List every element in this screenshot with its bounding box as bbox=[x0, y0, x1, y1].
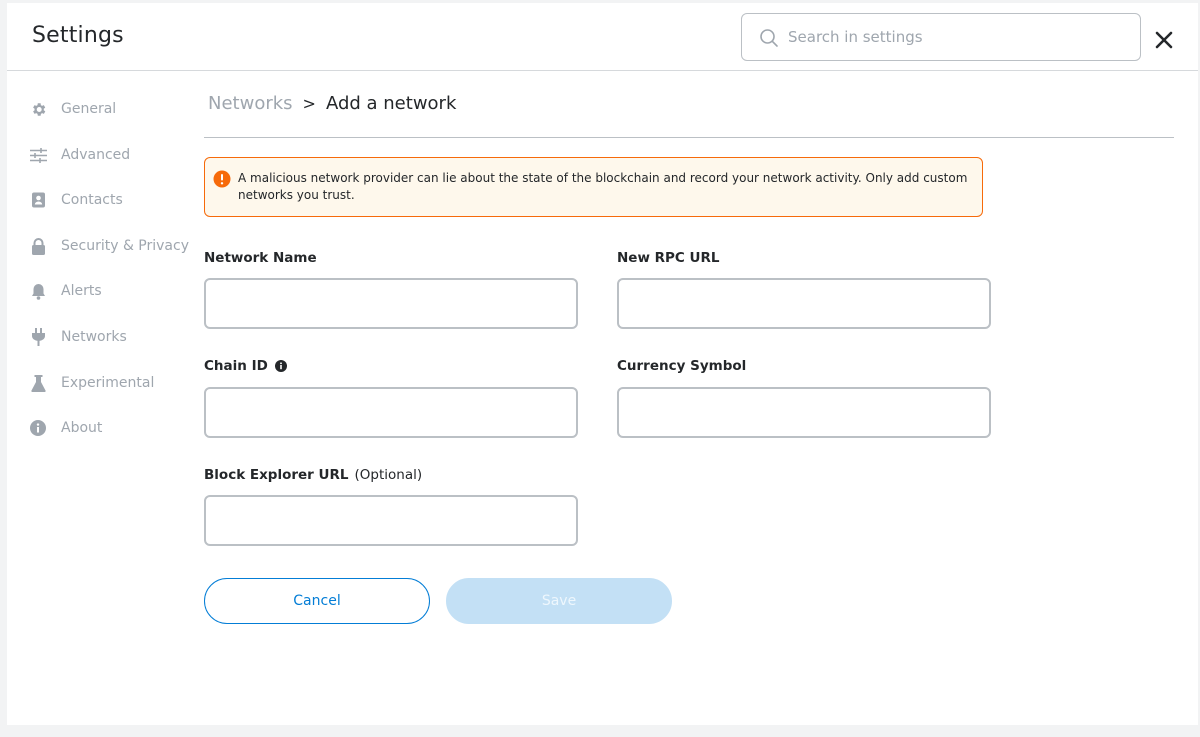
sidebar-item-alerts[interactable]: Alerts bbox=[29, 278, 197, 304]
breadcrumb-current: Add a network bbox=[325, 93, 457, 114]
sidebar-item-label: General bbox=[61, 101, 117, 117]
sidebar-item-label: About bbox=[61, 420, 103, 436]
info-icon bbox=[29, 419, 47, 437]
search-icon bbox=[760, 29, 778, 47]
currency-symbol-label: Currency Symbol bbox=[617, 358, 746, 374]
breadcrumb-separator: > bbox=[302, 94, 316, 113]
sidebar-item-label: Advanced bbox=[61, 147, 131, 163]
currency-symbol-label-text: Currency Symbol bbox=[617, 358, 747, 374]
block-explorer-input[interactable] bbox=[204, 495, 578, 546]
lock-icon bbox=[29, 237, 47, 255]
page-title: Settings bbox=[32, 23, 124, 48]
close-icon[interactable] bbox=[1154, 30, 1174, 50]
section-divider bbox=[204, 137, 1174, 138]
warning-text: A malicious network provider can lie abo… bbox=[238, 171, 968, 202]
cancel-button[interactable]: Cancel bbox=[204, 578, 430, 624]
plug-icon bbox=[29, 328, 47, 346]
search-input[interactable] bbox=[788, 22, 1128, 52]
chain-id-input[interactable] bbox=[204, 387, 578, 438]
currency-symbol-input[interactable] bbox=[617, 387, 991, 438]
sidebar-item-label: Networks bbox=[61, 329, 127, 345]
rpc-url-label-text: New RPC URL bbox=[617, 250, 720, 266]
rpc-url-label: New RPC URL bbox=[617, 250, 719, 266]
gear-icon bbox=[29, 100, 47, 118]
sidebar-item-about[interactable]: About bbox=[29, 415, 197, 441]
breadcrumb: Networks > Add a network bbox=[208, 93, 456, 114]
sidebar-item-label: Contacts bbox=[61, 192, 123, 208]
optional-tag: (Optional) bbox=[354, 467, 423, 483]
network-name-input[interactable] bbox=[204, 278, 578, 329]
block-explorer-label: Block Explorer URL (Optional) bbox=[204, 467, 422, 483]
flask-icon bbox=[29, 374, 47, 392]
sidebar-item-label: Experimental bbox=[61, 375, 155, 391]
bell-icon bbox=[29, 282, 47, 300]
save-button[interactable]: Save bbox=[446, 578, 672, 624]
sidebar-item-label: Security & Privacy bbox=[61, 238, 189, 254]
sliders-icon bbox=[29, 146, 47, 164]
settings-header: Settings bbox=[7, 3, 1198, 71]
sidebar-item-networks[interactable]: Networks bbox=[29, 324, 197, 350]
chain-id-label-text: Chain ID bbox=[204, 358, 268, 374]
sidebar-item-label: Alerts bbox=[61, 283, 102, 299]
warning-icon bbox=[213, 170, 231, 188]
sidebar-item-advanced[interactable]: Advanced bbox=[29, 142, 197, 168]
settings-panel: Settings General Advanced bbox=[7, 3, 1198, 725]
info-icon[interactable] bbox=[274, 360, 287, 372]
sidebar-item-security[interactable]: Security & Privacy bbox=[29, 233, 197, 259]
search-box[interactable] bbox=[741, 13, 1141, 61]
rpc-url-input[interactable] bbox=[617, 278, 991, 329]
breadcrumb-networks-link[interactable]: Networks bbox=[208, 93, 293, 114]
network-name-label: Network Name bbox=[204, 250, 317, 266]
sidebar-item-experimental[interactable]: Experimental bbox=[29, 370, 197, 396]
warning-banner: A malicious network provider can lie abo… bbox=[204, 157, 983, 217]
block-explorer-label-text: Block Explorer URL bbox=[204, 467, 349, 483]
chain-id-label: Chain ID bbox=[204, 358, 287, 374]
network-name-label-text: Network Name bbox=[204, 250, 317, 266]
sidebar-item-general[interactable]: General bbox=[29, 96, 197, 122]
sidebar-item-contacts[interactable]: Contacts bbox=[29, 187, 197, 213]
contact-book-icon bbox=[29, 191, 47, 209]
